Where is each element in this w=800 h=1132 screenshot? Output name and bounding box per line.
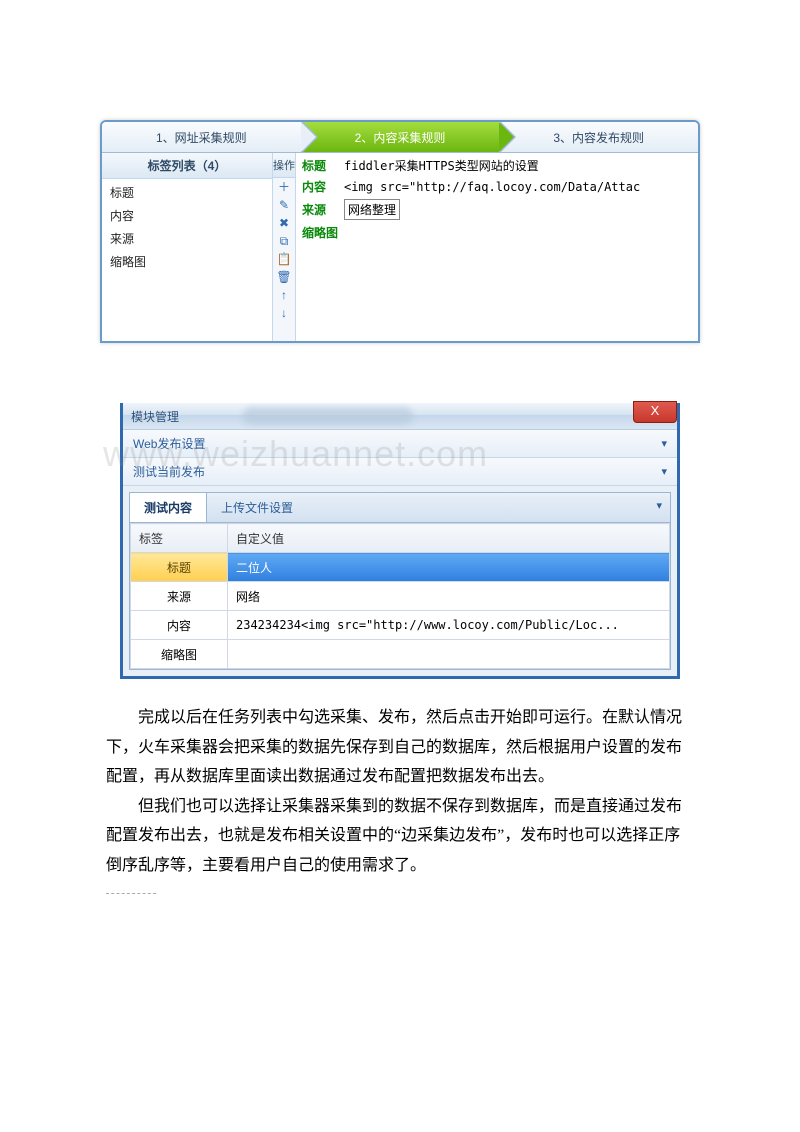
preview-label-source: 来源	[302, 201, 344, 218]
wizard-step-1[interactable]: 1、网址采集规则	[102, 122, 301, 152]
wizard-step-2-label: 2、内容采集规则	[355, 129, 446, 146]
window-title: 模块管理	[131, 408, 179, 425]
grid-cell-key: 标题	[131, 553, 228, 582]
operations-column: 操作 ＋ ✎ ✖ ⧉ 📋 🗑 ↑ ↓	[273, 153, 296, 341]
grid-row[interactable]: 缩略图	[131, 640, 670, 669]
tab-upload-settings[interactable]: 上传文件设置	[207, 493, 307, 522]
accordion-test-publish[interactable]: 测试当前发布 ▾	[123, 458, 677, 486]
grid-header-value: 自定义值	[228, 524, 670, 553]
tab-test-content[interactable]: 测试内容	[130, 493, 207, 522]
wizard-step-3[interactable]: 3、内容发布规则	[499, 122, 698, 152]
preview-label-thumb: 缩略图	[302, 224, 344, 241]
chevron-down-icon: ▾	[661, 465, 667, 478]
test-content-grid: 标签 自定义值 标题 二位人 来源 网络 内容 234234234<img sr…	[130, 523, 670, 669]
accordion-web-publish-label: Web发布设置	[133, 435, 205, 452]
edit-icon[interactable]: ✎	[273, 196, 295, 214]
wizard-step-1-label: 1、网址采集规则	[156, 129, 247, 146]
wizard-step-2[interactable]: 2、内容采集规则	[301, 122, 500, 152]
close-button[interactable]: X	[633, 401, 677, 423]
move-down-icon[interactable]: ↓	[273, 304, 295, 322]
blurred-region	[243, 407, 413, 425]
close-icon: X	[651, 403, 660, 418]
grid-row[interactable]: 内容 234234234<img src="http://www.locoy.c…	[131, 611, 670, 640]
paragraph: 完成以后在任务列表中勾选采集、发布，然后点击开始即可运行。在默认情况下，火车采集…	[106, 703, 694, 792]
tag-list-item[interactable]: 标题	[108, 181, 266, 204]
grid-cell-key: 缩略图	[131, 640, 228, 669]
titlebar: 模块管理 X	[123, 403, 677, 430]
grid-cell-value[interactable]	[228, 640, 670, 669]
tab-test-content-label: 测试内容	[144, 501, 192, 515]
grid-cell-value[interactable]: 二位人	[228, 553, 670, 582]
delete-icon[interactable]: ✖	[273, 214, 295, 232]
tag-list-item[interactable]: 缩略图	[108, 250, 266, 273]
chevron-down-icon[interactable]: ▾	[648, 493, 670, 522]
content-rule-editor-window: 1、网址采集规则 2、内容采集规则 3、内容发布规则 标签列表（4） 标题 内容…	[100, 120, 700, 343]
tab-upload-settings-label: 上传文件设置	[221, 501, 293, 515]
wizard-steps: 1、网址采集规则 2、内容采集规则 3、内容发布规则	[102, 122, 698, 153]
preview-value-content: <img src="http://faq.locoy.com/Data/Atta…	[344, 180, 692, 194]
tag-list-item[interactable]: 来源	[108, 227, 266, 250]
tag-list-panel: 标签列表（4） 标题 内容 来源 缩略图	[102, 153, 273, 341]
grid-header-tag: 标签	[131, 524, 228, 553]
accordion-web-publish[interactable]: Web发布设置 ▾	[123, 430, 677, 458]
preview-value-source[interactable]: 网络整理	[344, 199, 400, 220]
paste-icon[interactable]: 📋	[273, 250, 295, 268]
module-manager-window: www.weizhuannet.com 模块管理 X Web发布设置 ▾ 测试当…	[120, 403, 680, 679]
grid-cell-value[interactable]: 网络	[228, 582, 670, 611]
tag-list-item[interactable]: 内容	[108, 204, 266, 227]
divider	[106, 893, 156, 894]
tag-list-header: 标签列表（4）	[102, 153, 272, 179]
tag-list-body: 标题 内容 来源 缩略图	[102, 179, 272, 275]
grid-header-row: 标签 自定义值	[131, 524, 670, 553]
grid-cell-value[interactable]: 234234234<img src="http://www.locoy.com/…	[228, 611, 670, 640]
grid-cell-key: 来源	[131, 582, 228, 611]
preview-label-title: 标题	[302, 157, 344, 174]
operations-header: 操作	[273, 153, 295, 178]
trash-icon[interactable]: 🗑	[273, 268, 295, 286]
copy-icon[interactable]: ⧉	[273, 232, 295, 250]
add-icon[interactable]: ＋	[273, 178, 295, 196]
preview-panel: 标题 fiddler采集HTTPS类型网站的设置 内容 <img src="ht…	[296, 153, 698, 341]
tab-bar: 测试内容 上传文件设置 ▾	[130, 493, 670, 523]
grid-row-selected[interactable]: 标题 二位人	[131, 553, 670, 582]
move-up-icon[interactable]: ↑	[273, 286, 295, 304]
article-body: 完成以后在任务列表中勾选采集、发布，然后点击开始即可运行。在默认情况下，火车采集…	[100, 679, 700, 894]
wizard-step-3-label: 3、内容发布规则	[553, 129, 644, 146]
accordion-test-publish-label: 测试当前发布	[133, 463, 205, 480]
paragraph: 但我们也可以选择让采集器采集到的数据不保存到数据库，而是直接通过发布配置发布出去…	[106, 792, 694, 881]
preview-value-title: fiddler采集HTTPS类型网站的设置	[344, 157, 692, 174]
inner-panel: 测试内容 上传文件设置 ▾ 标签 自定义值 标题 二位人	[129, 492, 671, 670]
grid-cell-key: 内容	[131, 611, 228, 640]
preview-label-content: 内容	[302, 178, 344, 195]
chevron-down-icon: ▾	[661, 437, 667, 450]
grid-row[interactable]: 来源 网络	[131, 582, 670, 611]
